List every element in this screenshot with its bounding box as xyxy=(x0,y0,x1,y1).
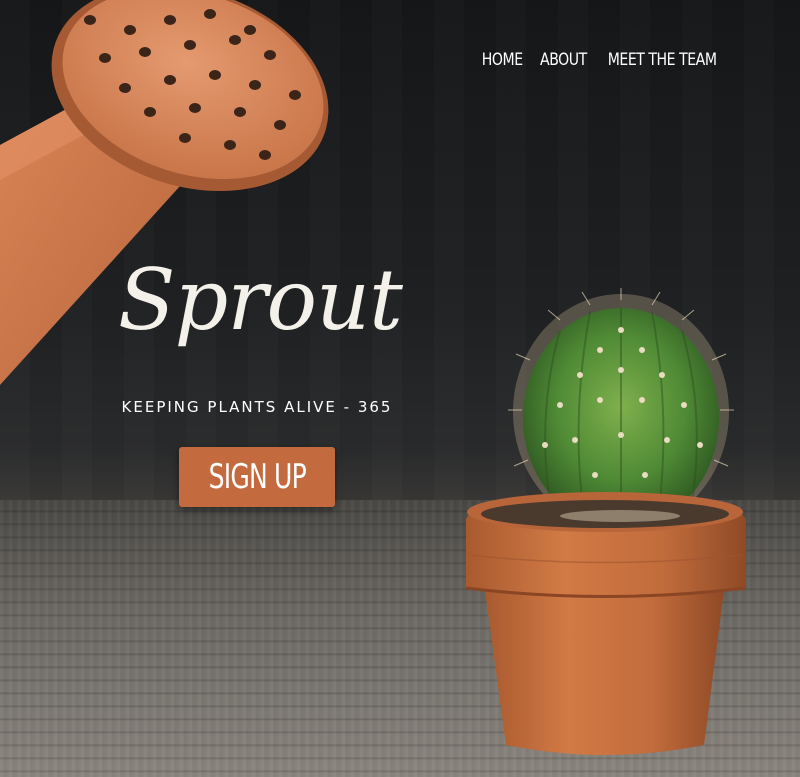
background-photo xyxy=(0,0,747,755)
nav-item-about[interactable]: ABOUT xyxy=(540,50,587,70)
tagline: KEEPING PLANTS ALIVE - 365 xyxy=(121,398,393,416)
nav-item-meet-the-team[interactable]: MEET THE TEAM xyxy=(607,50,716,70)
top-navigation: HOME ABOUT MEET THE TEAM xyxy=(480,50,721,70)
nav-item-home[interactable]: HOME xyxy=(481,50,522,70)
sign-up-button-label: SIGN UP xyxy=(208,457,306,497)
terracotta-pot-graphic xyxy=(465,492,747,755)
hero-section: HOME ABOUT MEET THE TEAM Sprout KEEPING … xyxy=(0,0,800,777)
brand-logo: Sprout xyxy=(118,251,403,349)
sign-up-button[interactable]: SIGN UP xyxy=(179,447,335,507)
